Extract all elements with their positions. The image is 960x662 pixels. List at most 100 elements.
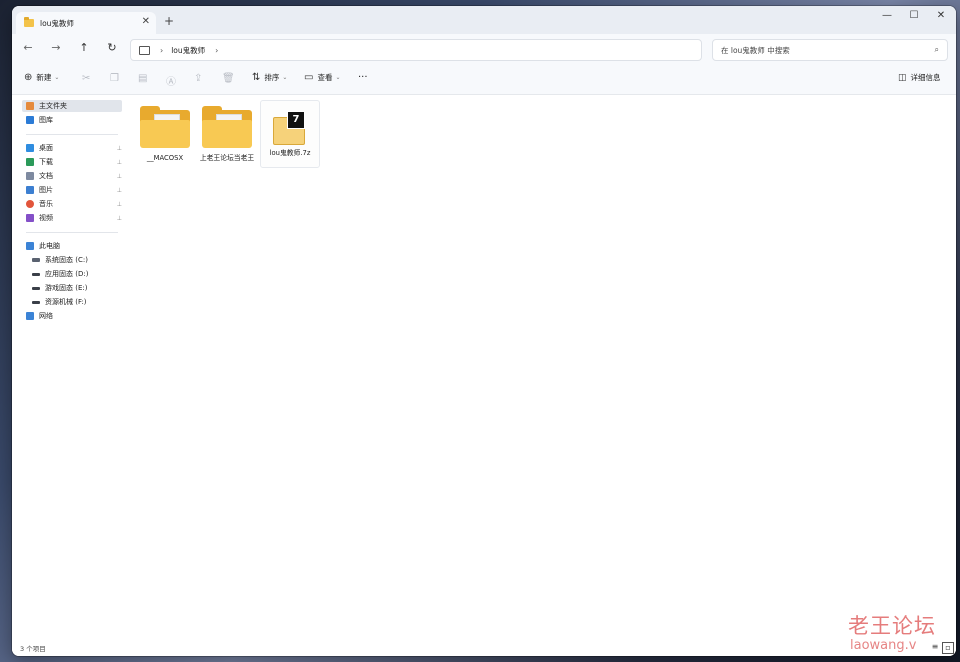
details-label: 详细信息 [910,73,941,82]
pin-icon[interactable]: ⊥ [117,145,122,152]
sidebar-item-downloads[interactable]: 下载 ⊥ [22,156,122,168]
drive-icon [32,272,40,276]
computer-icon [139,45,150,55]
details-view-icon[interactable]: ≡ [930,642,940,652]
maximize-icon[interactable]: ☐ [901,10,927,21]
more-options-icon[interactable]: ··· [358,72,368,83]
tab-current[interactable]: lou鬼教师 ✕ [16,12,156,34]
sidebar-item-home[interactable]: 主文件夹 [22,100,122,112]
file-name: __MACOSX [146,154,184,162]
item-count: 3 个项目 [20,645,46,653]
pc-icon [26,242,34,250]
search-input[interactable]: 在 lou鬼教师 中搜索 ⌕ [712,39,948,61]
details-pane-button[interactable]: ◫ 详细信息 [898,72,941,83]
chevron-down-icon: ⌄ [335,74,341,81]
file-list: __MACOSX 上老王论坛当老王 7 lou鬼教师.7z [130,94,956,634]
watermark-text: 老王论坛 [848,614,936,638]
command-bar: ⊕ 新建 ⌄ ✂ ❐ ▤ Ⓐ ⇪ 🗑 ⇅ 排序 ⌄ ▭ 查看 ⌄ ··· ◫ 详… [12,64,956,95]
sidebar-item-drive-c[interactable]: 系统固态 (C:) [28,254,128,266]
7z-badge: 7 [287,111,305,129]
delete-icon[interactable]: 🗑 [222,73,235,84]
view-label: 查看 [317,73,333,82]
music-icon [26,200,34,208]
divider [26,232,118,233]
cut-icon[interactable]: ✂ [82,73,90,84]
pin-icon[interactable]: ⊥ [117,201,122,208]
sidebar-item-label: 资源机械 (F:) [45,298,87,306]
address-field[interactable]: › lou鬼教师 › [130,39,702,61]
share-icon[interactable]: ⇪ [194,73,202,84]
up-icon[interactable]: ↑ [76,41,92,54]
sort-icon: ⇅ [252,72,261,83]
sidebar-item-this-pc[interactable]: 此电脑 [22,240,122,252]
sidebar-item-label: 此电脑 [39,242,60,250]
sidebar-item-label: 视频 [39,214,53,222]
tiles-view-icon[interactable]: ▫ [942,642,954,654]
chevron-right-icon[interactable]: › [160,46,163,55]
file-item-folder-macosx[interactable]: __MACOSX [136,100,194,163]
sidebar-item-documents[interactable]: 文档 ⊥ [22,170,122,182]
sidebar-item-pictures[interactable]: 图片 ⊥ [22,184,122,196]
breadcrumb-folder[interactable]: lou鬼教师 [171,45,205,56]
close-window-icon[interactable]: ✕ [928,10,954,21]
file-item-folder-laowang[interactable]: 上老王论坛当老王 [198,100,256,163]
sidebar-item-label: 图库 [39,116,53,124]
sidebar-item-label: 音乐 [39,200,53,208]
add-tab-icon[interactable]: + [164,14,174,28]
file-item-archive-7z[interactable]: 7 lou鬼教师.7z [260,100,320,168]
sidebar-item-desktop[interactable]: 桌面 ⊥ [22,142,122,154]
plus-circle-icon: ⊕ [24,72,33,83]
sidebar-item-drive-d[interactable]: 应用固态 (D:) [28,268,128,280]
sidebar-item-drive-f[interactable]: 资源机械 (F:) [28,296,128,308]
sidebar-item-label: 文档 [39,172,53,180]
sidebar-item-drive-e[interactable]: 游戏固态 (E:) [28,282,128,294]
sidebar-item-label: 图片 [39,186,53,194]
tab-title: lou鬼教师 [40,18,74,28]
view-button[interactable]: ▭ 查看 ⌄ [304,72,340,83]
chevron-right-icon[interactable]: › [215,46,218,55]
sidebar-item-label: 应用固态 (D:) [45,270,89,278]
pin-icon[interactable]: ⊥ [117,173,122,180]
copy-icon[interactable]: ❐ [110,73,119,84]
file-name: lou鬼教师.7z [269,149,311,157]
sort-button[interactable]: ⇅ 排序 ⌄ [252,72,287,83]
pictures-icon [26,186,34,194]
sidebar-item-label: 桌面 [39,144,53,152]
sidebar-item-label: 系统固态 (C:) [45,256,88,264]
new-label: 新建 [36,73,52,82]
paste-icon[interactable]: ▤ [138,73,147,84]
sidebar-item-label: 游戏固态 (E:) [45,284,88,292]
address-bar-row: ← → ↑ ↻ › lou鬼教师 › 在 lou鬼教师 中搜索 ⌕ [12,34,956,64]
folder-icon [140,106,190,148]
back-icon[interactable]: ← [20,41,36,54]
forward-icon[interactable]: → [48,41,64,54]
pin-icon[interactable]: ⊥ [117,159,122,166]
sidebar-item-gallery[interactable]: 图库 [22,114,122,126]
minimize-icon[interactable]: — [874,10,900,21]
sidebar-item-network[interactable]: 网络 [22,310,122,322]
drive-icon [32,300,40,304]
sidebar-item-label: 下载 [39,158,53,166]
network-icon [26,312,34,320]
home-icon [26,102,34,110]
search-icon[interactable]: ⌕ [935,45,939,55]
view-icon: ▭ [304,72,314,83]
drive-icon [32,286,40,290]
details-pane-icon: ◫ [898,72,907,83]
rename-icon[interactable]: Ⓐ [166,73,176,88]
status-bar: 3 个项目 ≡ ▫ [12,638,956,656]
sidebar-item-videos[interactable]: 视频 ⊥ [22,212,122,224]
pin-icon[interactable]: ⊥ [117,215,122,222]
pin-icon[interactable]: ⊥ [117,187,122,194]
new-button[interactable]: ⊕ 新建 ⌄ [24,72,59,83]
sidebar-item-label: 主文件夹 [39,102,67,110]
search-placeholder: 在 lou鬼教师 中搜索 [721,45,790,55]
document-icon [26,172,34,180]
sidebar-item-music[interactable]: 音乐 ⊥ [22,198,122,210]
chevron-down-icon: ⌄ [54,74,60,81]
sidebar-item-label: 网络 [39,312,53,320]
close-tab-icon[interactable]: ✕ [142,16,150,27]
drive-icon [32,258,40,262]
gallery-icon [26,116,34,124]
refresh-icon[interactable]: ↻ [104,41,120,54]
